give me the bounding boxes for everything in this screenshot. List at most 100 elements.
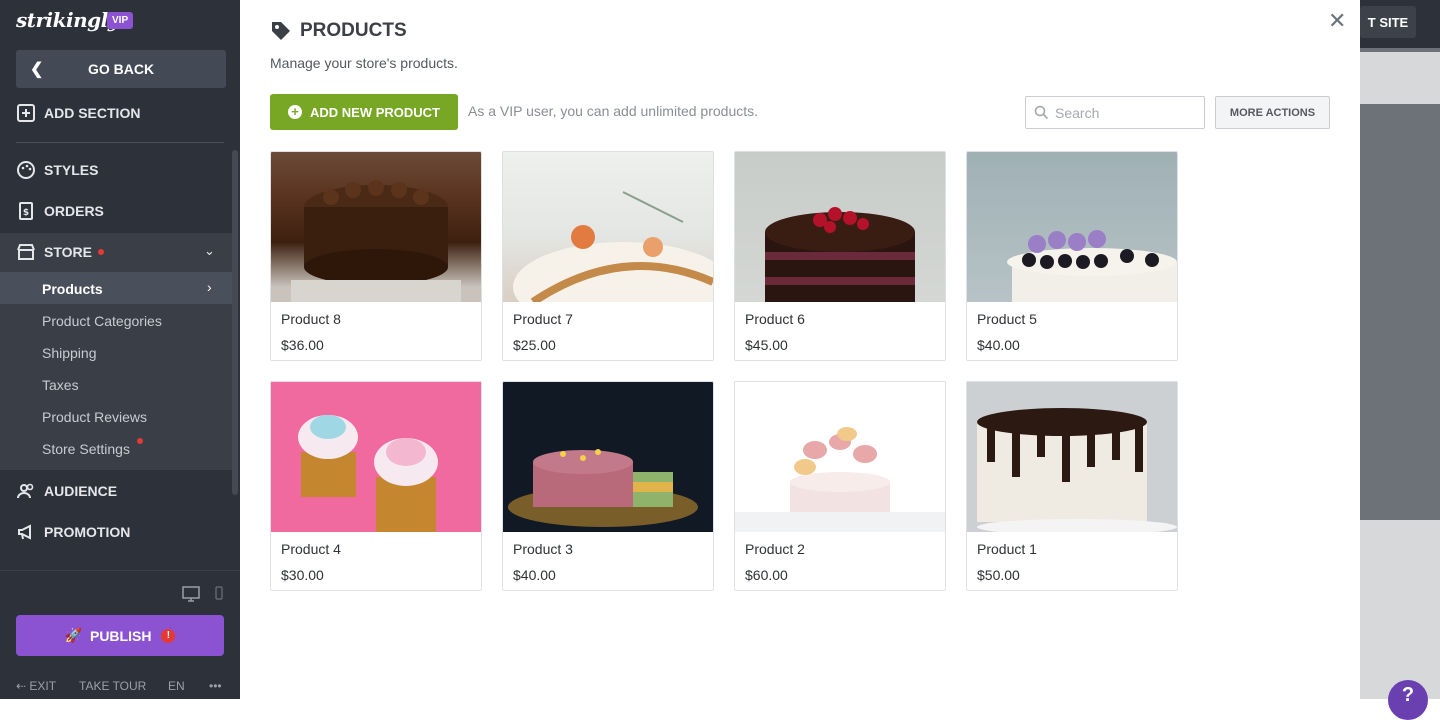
products-active-highlight <box>0 272 232 304</box>
sidebar-bottom-divider <box>0 570 240 571</box>
page-subtitle: Manage your store's products. <box>270 55 458 71</box>
take-tour-link[interactable]: TAKE TOUR <box>79 679 146 693</box>
publish-button[interactable]: 🚀 PUBLISH ! <box>16 615 224 656</box>
users-icon <box>17 483 34 499</box>
product-image-berry-cake <box>967 152 1177 302</box>
editor-preview-background: T SITE <box>1360 0 1440 699</box>
chevron-down-icon[interactable]: ⌄ <box>204 243 215 259</box>
product-price: $25.00 <box>513 337 556 353</box>
product-card[interactable]: Product 5 $40.00 <box>966 151 1178 361</box>
page-title: PRODUCTS <box>270 20 407 42</box>
editor-sidebar: strikingly VIP ❮ GO BACK ADD SECTION STY… <box>0 0 240 699</box>
product-image-sprinkle-cake <box>503 382 713 532</box>
product-price: $45.00 <box>745 337 788 353</box>
store-item-store-settings[interactable]: Store Settings <box>42 441 130 457</box>
product-name: Product 8 <box>281 311 341 327</box>
tag-icon <box>272 22 290 40</box>
nav-styles-label: STYLES <box>44 162 99 178</box>
nav-audience-label: AUDIENCE <box>44 483 118 499</box>
nav-orders-label: ORDERS <box>44 203 104 219</box>
product-price: $50.00 <box>977 567 1020 583</box>
product-price: $36.00 <box>281 337 324 353</box>
nav-audience[interactable]: AUDIENCE <box>16 481 117 501</box>
product-card[interactable]: Product 1 $50.00 <box>966 381 1178 591</box>
store-notification-dot <box>97 249 104 255</box>
go-back-button[interactable]: ❮ GO BACK <box>16 50 226 88</box>
svg-text:$: $ <box>23 208 29 218</box>
exit-label: EXIT <box>29 679 57 693</box>
exit-link[interactable]: ⇠ EXIT <box>16 679 56 693</box>
search-field[interactable] <box>1025 96 1205 129</box>
product-image-chocolate-cake <box>271 152 481 302</box>
more-actions-button[interactable]: MORE ACTIONS <box>1215 96 1330 129</box>
product-price: $40.00 <box>977 337 1020 353</box>
editor-topbar: T SITE <box>1360 0 1440 48</box>
store-item-product-categories[interactable]: Product Categories <box>42 313 162 329</box>
plus-square-icon <box>17 104 35 122</box>
search-input[interactable] <box>1055 104 1195 121</box>
nav-add-section-label: ADD SECTION <box>44 105 141 121</box>
chevron-right-icon: › <box>207 279 212 295</box>
store-item-products[interactable]: Products <box>42 281 103 297</box>
publish-alert-icon: ! <box>161 628 176 643</box>
nav-styles[interactable]: STYLES <box>16 160 98 180</box>
more-options-icon[interactable]: ••• <box>209 679 222 693</box>
product-card[interactable]: Product 8 $36.00 <box>270 151 482 361</box>
product-name: Product 7 <box>513 311 573 327</box>
close-icon[interactable]: ✕ <box>1328 8 1346 34</box>
nav-add-section[interactable]: ADD SECTION <box>16 103 140 123</box>
product-name: Product 1 <box>977 541 1037 557</box>
nav-store-label: STORE <box>44 244 92 260</box>
product-name: Product 4 <box>281 541 341 557</box>
store-section <box>0 233 232 470</box>
storefront-icon <box>17 244 35 260</box>
sidebar-scrollbar[interactable] <box>232 150 238 495</box>
product-card[interactable]: Product 7 $25.00 <box>502 151 714 361</box>
product-image-drip-cake <box>967 382 1177 532</box>
nav-orders[interactable]: $ ORDERS <box>16 201 104 221</box>
product-card[interactable]: Product 6 $45.00 <box>734 151 946 361</box>
nav-promotion[interactable]: PROMOTION <box>16 522 130 542</box>
plus-circle-icon: + <box>288 105 302 119</box>
products-modal: ✕ PRODUCTS Manage your store's products.… <box>240 0 1360 699</box>
palette-icon <box>17 161 35 179</box>
preview-band-bottom <box>1360 520 1440 699</box>
page-title-text: PRODUCTS <box>300 20 407 41</box>
publish-label: PUBLISH <box>89 627 152 644</box>
product-card[interactable]: Product 4 $30.00 <box>270 381 482 591</box>
sidebar-divider <box>16 142 224 143</box>
visit-site-button[interactable]: T SITE <box>1360 6 1416 38</box>
arrow-left-icon: ⇠ <box>16 679 30 693</box>
megaphone-icon <box>18 524 31 540</box>
product-image-meringue-tart <box>503 152 713 302</box>
product-price: $60.00 <box>745 567 788 583</box>
store-settings-notification-dot <box>137 438 143 444</box>
product-name: Product 3 <box>513 541 573 557</box>
receipt-icon: $ <box>19 202 33 220</box>
add-new-product-label: ADD NEW PRODUCT <box>310 104 440 120</box>
product-card[interactable]: Product 2 $60.00 <box>734 381 946 591</box>
product-name: Product 5 <box>977 311 1037 327</box>
product-image-macaron-cake <box>735 382 945 532</box>
rocket-icon: 🚀 <box>64 627 82 643</box>
search-icon <box>1034 105 1049 120</box>
vip-hint-text: As a VIP user, you can add unlimited pro… <box>468 103 759 119</box>
product-price: $30.00 <box>281 567 324 583</box>
strikingly-logo: strikingly <box>16 8 119 32</box>
nav-store[interactable]: STORE <box>16 242 104 262</box>
store-item-product-reviews[interactable]: Product Reviews <box>42 409 147 425</box>
product-image-cupcakes <box>271 382 481 532</box>
language-selector[interactable]: EN <box>168 679 185 693</box>
help-button[interactable]: ? <box>1388 680 1428 720</box>
store-item-taxes[interactable]: Taxes <box>42 377 79 393</box>
mobile-icon[interactable] <box>215 586 223 605</box>
vip-badge: VIP <box>107 12 134 29</box>
store-item-shipping[interactable]: Shipping <box>42 345 97 361</box>
preview-band <box>1360 52 1440 104</box>
chevron-left-icon: ❮ <box>30 61 44 78</box>
product-name: Product 2 <box>745 541 805 557</box>
desktop-icon[interactable] <box>182 586 200 607</box>
product-card[interactable]: Product 3 $40.00 <box>502 381 714 591</box>
add-new-product-button[interactable]: + ADD NEW PRODUCT <box>270 94 458 130</box>
go-back-label: GO BACK <box>87 61 155 77</box>
